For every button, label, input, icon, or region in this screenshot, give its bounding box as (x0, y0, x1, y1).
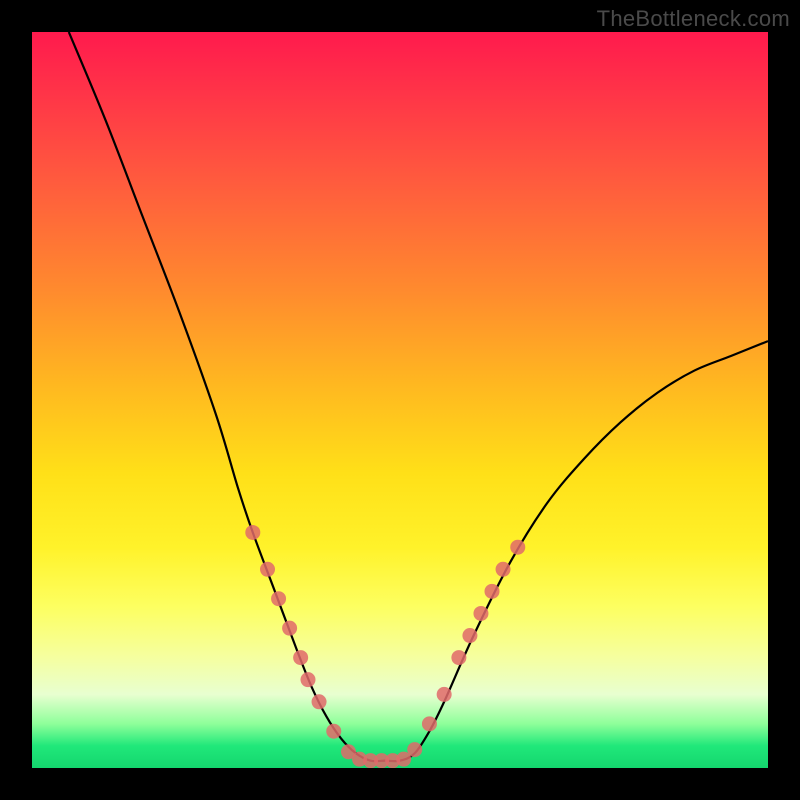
marker-dot (510, 540, 525, 555)
marker-dot (462, 628, 477, 643)
plot-area (32, 32, 768, 768)
highlight-dots (245, 525, 525, 768)
curve-line (69, 32, 768, 761)
chart-frame: TheBottleneck.com (0, 0, 800, 800)
marker-dot (437, 687, 452, 702)
marker-dot (245, 525, 260, 540)
marker-dot (473, 606, 488, 621)
marker-dot (422, 716, 437, 731)
marker-dot (271, 591, 286, 606)
marker-dot (312, 694, 327, 709)
marker-dot (301, 672, 316, 687)
marker-dot (451, 650, 466, 665)
curve-svg (32, 32, 768, 768)
marker-dot (485, 584, 500, 599)
marker-dot (282, 621, 297, 636)
marker-dot (260, 562, 275, 577)
marker-dot (293, 650, 308, 665)
watermark-text: TheBottleneck.com (597, 6, 790, 32)
marker-dot (407, 742, 422, 757)
marker-dot (326, 724, 341, 739)
bottleneck-curve (69, 32, 768, 761)
marker-dot (496, 562, 511, 577)
